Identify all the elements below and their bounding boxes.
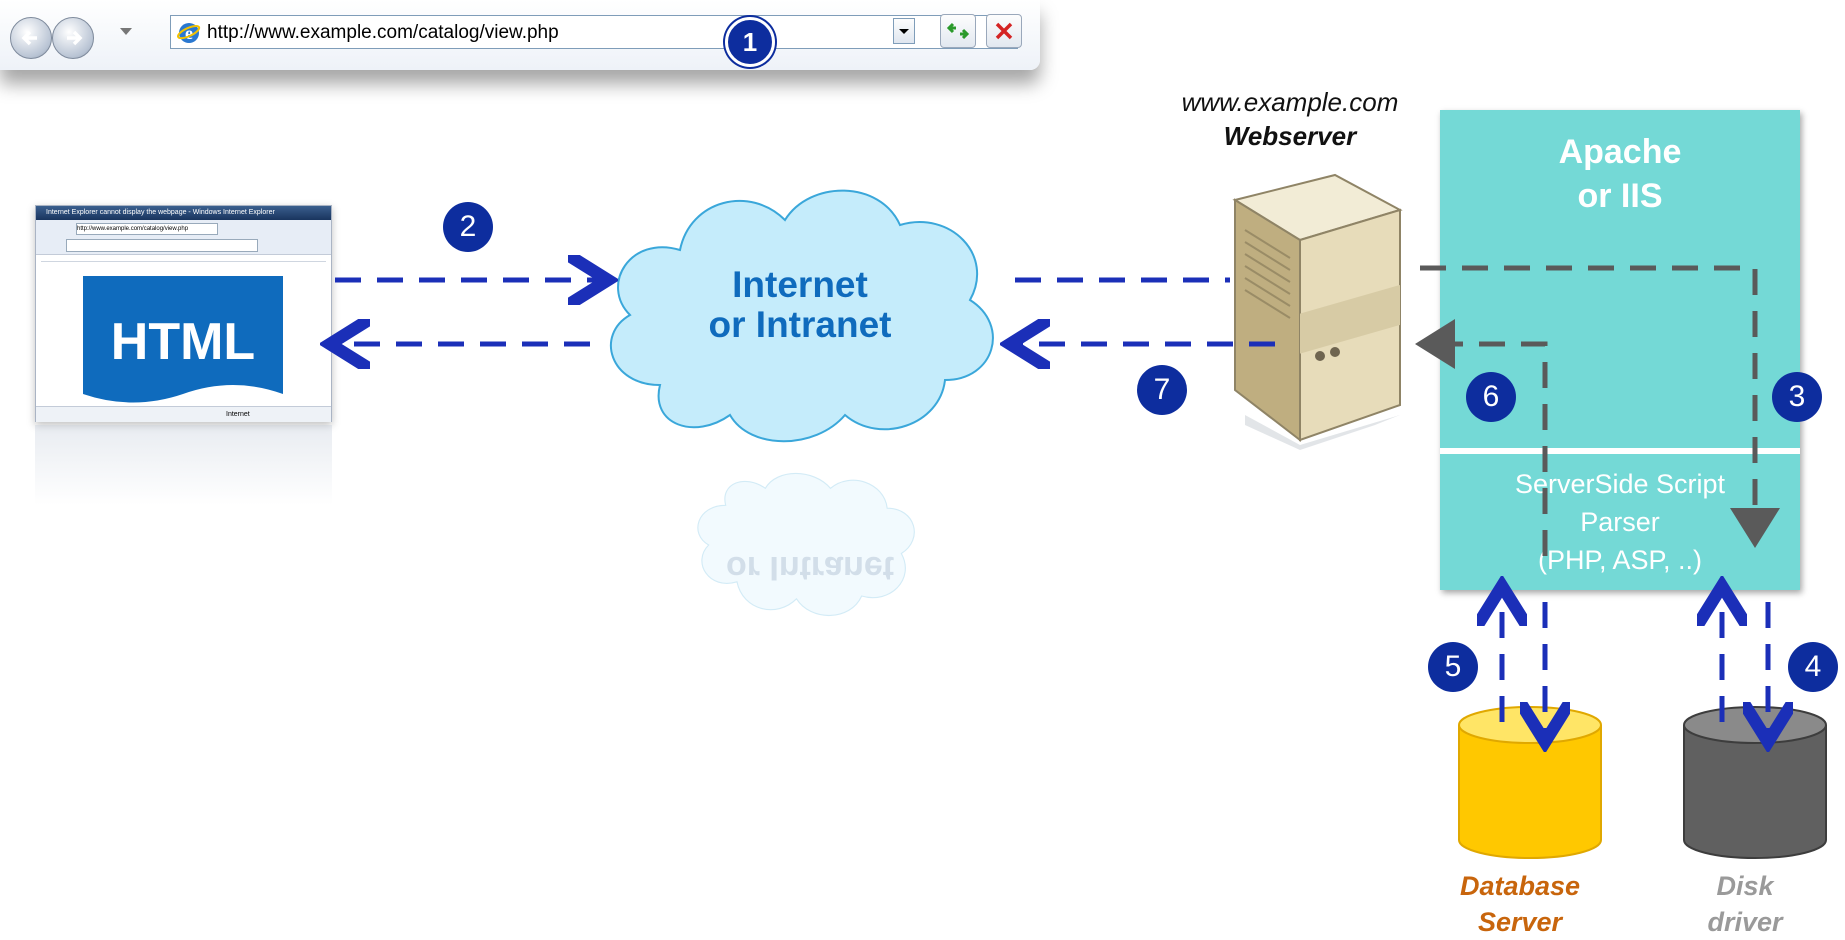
apache-title-line2: or IIS: [1577, 177, 1663, 215]
step-2-badge: 2: [443, 202, 493, 252]
disk-cylinder: [1683, 706, 1827, 859]
client-statusbar: Internet: [36, 406, 331, 422]
client-window-reflection: [35, 425, 332, 505]
client-tab: [66, 239, 258, 252]
database-server-label: Database Server: [1445, 868, 1595, 940]
url-input[interactable]: e http://www.example.com/catalog/view.ph…: [170, 15, 1018, 49]
forward-arrow-icon: [67, 30, 83, 46]
back-button[interactable]: [10, 17, 52, 59]
refresh-icon: [946, 22, 970, 40]
cloud-label: Internet or Intranet: [640, 265, 960, 345]
webserver-label: www.example.com Webserver: [1165, 85, 1415, 153]
db-label-line2: Server: [1477, 907, 1563, 937]
client-titlebar: Internet Explorer cannot display the web…: [36, 206, 331, 220]
cloud-label-line2: or Intranet: [708, 304, 892, 345]
disk-label-line2: driver: [1707, 907, 1783, 937]
client-toolbar: http://www.example.com/catalog/view.php: [36, 220, 331, 255]
cloud-reflection-label: or Intranet: [725, 549, 895, 587]
parser-line2: Parser: [1580, 507, 1660, 537]
back-arrow-icon: [21, 30, 37, 46]
client-status-text: Internet: [226, 411, 250, 418]
step-5-badge: 5: [1428, 642, 1478, 692]
history-dropdown-icon[interactable]: [120, 28, 132, 35]
step-7-badge: 7: [1137, 365, 1187, 415]
disk-label-line1: Disk: [1716, 871, 1774, 901]
url-text: http://www.example.com/catalog/view.php: [207, 22, 559, 43]
disk-driver-label: Disk driver: [1670, 868, 1820, 940]
step-6-badge: 6: [1466, 372, 1516, 422]
db-label-line1: Database: [1459, 871, 1581, 901]
stop-button[interactable]: [986, 14, 1022, 48]
chevron-down-icon: [899, 29, 909, 34]
step-3-badge: 3: [1772, 372, 1822, 422]
database-cylinder: [1458, 706, 1602, 859]
webserver-name: Webserver: [1223, 121, 1357, 151]
parser-line1: ServerSide Script: [1514, 469, 1726, 499]
client-url-field: http://www.example.com/catalog/view.php: [76, 223, 218, 235]
cloud-reflection: [697, 472, 915, 617]
forward-button[interactable]: [52, 17, 94, 59]
step-1-badge: 1: [725, 17, 775, 67]
step-4-badge: 4: [1788, 642, 1838, 692]
html-document: HTML: [83, 276, 283, 411]
browser-address-bar: e http://www.example.com/catalog/view.ph…: [0, 0, 1040, 70]
apache-title-line1: Apache: [1558, 133, 1682, 171]
close-icon: [995, 22, 1013, 40]
apache-divider: [1440, 448, 1800, 454]
webserver-site: www.example.com: [1181, 87, 1399, 117]
client-rule: [41, 261, 326, 262]
refresh-button[interactable]: [940, 14, 976, 48]
ie-logo-icon: e: [177, 23, 201, 43]
html-label: HTML: [110, 313, 256, 371]
apache-iis-box: Apache or IIS ServerSide Script Parser (…: [1440, 110, 1800, 590]
cloud-label-line1: Internet: [732, 264, 868, 305]
script-parser-label: ServerSide Script Parser (PHP, ASP, ..): [1440, 465, 1800, 579]
client-browser-window: Internet Explorer cannot display the web…: [35, 205, 332, 422]
server-icon: [1232, 173, 1403, 450]
parser-line3: (PHP, ASP, ..): [1537, 545, 1703, 575]
url-dropdown-button[interactable]: [893, 18, 915, 44]
apache-title: Apache or IIS: [1440, 130, 1800, 218]
